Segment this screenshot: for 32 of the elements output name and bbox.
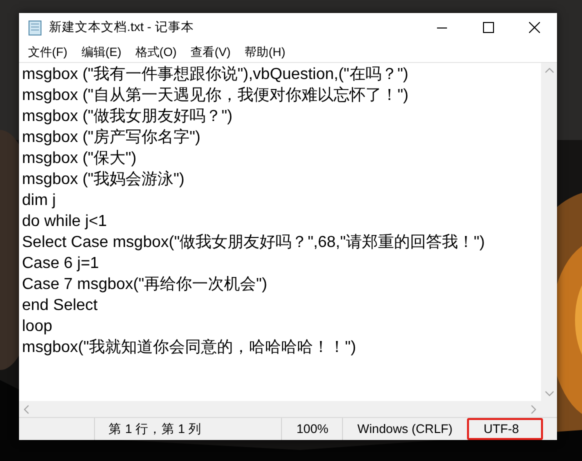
scroll-down-icon[interactable] bbox=[544, 391, 554, 397]
scroll-up-icon[interactable] bbox=[544, 67, 554, 73]
code-line: msgbox ("保大") bbox=[22, 148, 138, 169]
status-item: 100% bbox=[281, 418, 342, 440]
menu-item[interactable]: 文件(F) bbox=[21, 42, 74, 62]
scroll-right-icon[interactable] bbox=[531, 404, 537, 414]
window-title: 新建文本文档.txt - 记事本 bbox=[49, 19, 195, 36]
code-line: Select Case msgbox("做我女朋友好吗？",68,"请郑重的回答我！") bbox=[22, 232, 486, 253]
code-line: msgbox ("我有一件事想跟你说"),vbQuestion,("在吗？") bbox=[22, 64, 410, 85]
code-line: Case 7 msgbox("再给你一次机会") bbox=[22, 275, 268, 295]
status-item: UTF-8 bbox=[466, 418, 543, 440]
menu-item[interactable]: 查看(V) bbox=[184, 42, 238, 62]
menu-item[interactable]: 编辑(E) bbox=[74, 42, 128, 62]
scroll-left-icon[interactable] bbox=[23, 404, 29, 414]
code-line: msgbox("我就知道你会同意的，哈哈哈哈！！") bbox=[22, 338, 358, 358]
code-line: msgbox ("我妈会游泳") bbox=[22, 170, 186, 190]
code-line: msgbox ("做我女朋友好吗？") bbox=[22, 106, 234, 127]
code-line: Case 6 j=1 bbox=[22, 254, 100, 274]
code-line: dim j bbox=[22, 191, 57, 211]
code-line: loop bbox=[22, 317, 54, 337]
menu-item[interactable]: 格式(O) bbox=[128, 42, 184, 62]
menu-item[interactable]: 帮助(H) bbox=[238, 42, 292, 62]
text-area[interactable] bbox=[19, 63, 541, 401]
status-item: 第 1 行，第 1 列 bbox=[94, 418, 282, 440]
close-icon bbox=[528, 22, 540, 33]
status-item: Windows (CRLF) bbox=[342, 418, 467, 440]
notepad-icon bbox=[28, 20, 43, 36]
code-line: do while j<1 bbox=[22, 212, 108, 232]
code-line: end Select bbox=[22, 296, 99, 316]
maximize-icon bbox=[482, 22, 494, 33]
code-line: msgbox ("自从第一天遇见你，我便对你难以忘怀了！") bbox=[22, 85, 410, 106]
code-line: msgbox ("房产写你名字") bbox=[22, 128, 202, 148]
